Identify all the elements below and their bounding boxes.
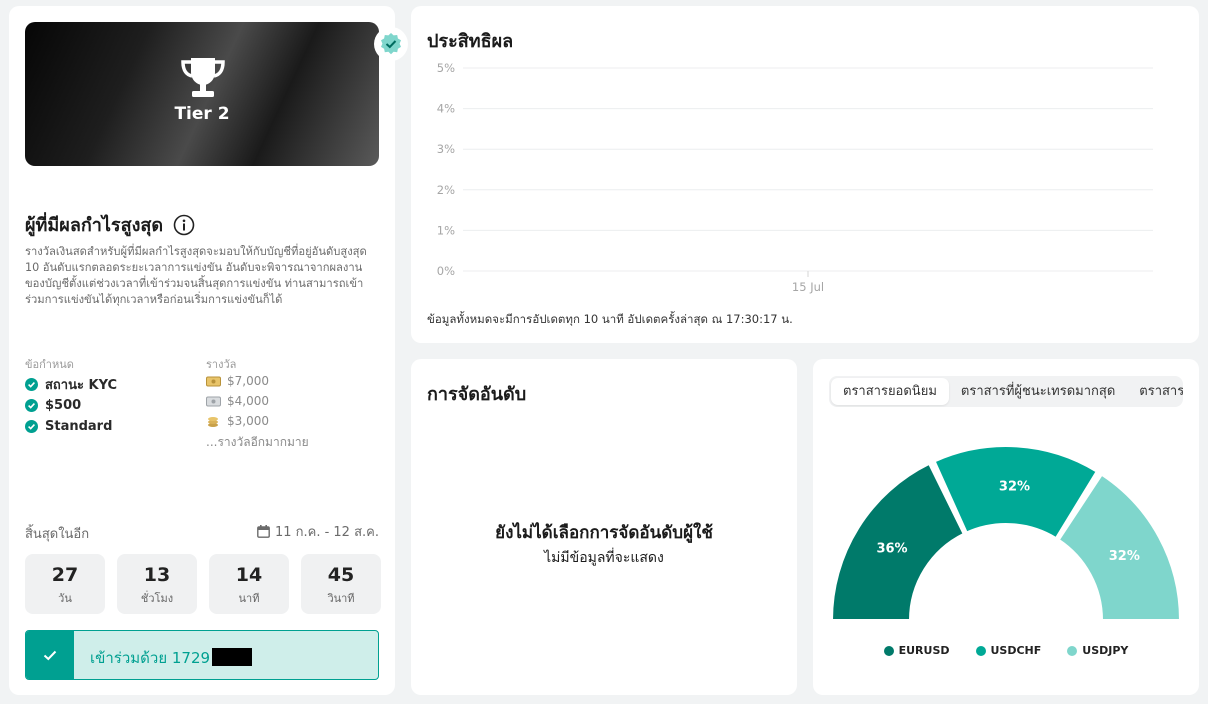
countdown-seconds: 45 วินาที bbox=[301, 554, 381, 614]
info-icon[interactable] bbox=[173, 214, 195, 236]
check-icon bbox=[43, 650, 57, 661]
x-tick-label: 15 Jul bbox=[792, 280, 824, 294]
prizes-list: $7,000 $4,000 $3,000 ...รางวัลอีกมากมาย bbox=[206, 371, 309, 452]
competition-panel: Tier 2 ผู้ที่มีผลกำไรสูงสุด รางวัลเงินสด… bbox=[9, 6, 408, 695]
requirements-label: ข้อกำหนด bbox=[25, 358, 74, 371]
gold-cash-icon bbox=[206, 376, 221, 386]
y-tick-label: 4% bbox=[437, 102, 455, 116]
joined-account-label: เข้าร่วมด้วย 1729 bbox=[90, 649, 211, 667]
y-tick-label: 2% bbox=[437, 183, 455, 197]
legend-dot bbox=[975, 645, 986, 656]
prize-item: $4,000 bbox=[206, 391, 309, 411]
calendar-icon bbox=[257, 525, 270, 538]
y-tick-label: 0% bbox=[437, 264, 455, 278]
coins-icon bbox=[208, 416, 218, 427]
competition-description: รางวัลเงินสดสำหรับผู้ที่มีผลกำไรสูงสุดจะ… bbox=[25, 245, 367, 306]
ranking-title: การจัดอันดับ bbox=[427, 384, 527, 405]
legend-dot bbox=[883, 645, 894, 656]
legend-item: USDCHF bbox=[975, 644, 1041, 657]
check-circle-icon bbox=[25, 420, 38, 433]
verified-check-icon bbox=[381, 33, 401, 55]
joined-account-button[interactable]: เข้าร่วมด้วย 1729 bbox=[25, 630, 379, 680]
tab-winners-symbols[interactable]: ตราสารที่ผู้ชนะเทรดมากสุด bbox=[949, 378, 1127, 405]
countdown-days: 27 วัน bbox=[25, 554, 105, 614]
y-tick-label: 1% bbox=[437, 223, 455, 237]
symbols-gauge-chart: 36% 32% 32% bbox=[831, 445, 1181, 621]
empty-state-subtitle: ไม่มีข้อมูลที่จะแสดง bbox=[544, 550, 664, 566]
date-range: 11 ก.ค. - 12 ส.ค. bbox=[257, 521, 379, 542]
gauge-legend: EURUSD USDCHF USDJPY bbox=[813, 644, 1199, 657]
legend-item: EURUSD bbox=[883, 644, 950, 657]
empty-state-title: ยังไม่ได้เลือกการจัดอันดับผู้ใช้ bbox=[495, 523, 713, 543]
countdown-hours: 13 ชั่วโมง bbox=[117, 554, 197, 614]
gauge-slice-label: 32% bbox=[999, 479, 1030, 494]
performance-chart: 0% 1% 2% 3% 4% 5% 15 Jul bbox=[437, 61, 1153, 294]
y-tick-label: 3% bbox=[437, 142, 455, 156]
tab-symbols-more[interactable]: ตราสาร bbox=[1127, 378, 1183, 405]
requirements-list: สถานะ KYC $500 Standard bbox=[25, 374, 117, 437]
y-tick-label: 5% bbox=[437, 61, 455, 75]
tier-label: Tier 2 bbox=[174, 104, 230, 124]
gauge-slice-label: 32% bbox=[1109, 549, 1140, 564]
symbols-panel: ตราสารยอดนิยม ตราสารที่ผู้ชนะเทรดมากสุด … bbox=[813, 359, 1199, 695]
check-circle-icon bbox=[25, 399, 38, 412]
ranking-panel: การจัดอันดับ ยังไม่ได้เลือกการจัดอันดับผ… bbox=[411, 359, 797, 695]
trophy-icon bbox=[181, 58, 225, 97]
requirement-item: Standard bbox=[25, 416, 117, 437]
tab-popular-symbols[interactable]: ตราสารยอดนิยม bbox=[831, 378, 949, 405]
legend-dot bbox=[1067, 645, 1078, 656]
performance-panel: ประสิทธิผล 0% 1% 2% 3% 4% 5% 15 Jul ข้อมูลทั้ง… bbox=[411, 6, 1199, 343]
verified-badge bbox=[374, 27, 408, 61]
legend-item: USDJPY bbox=[1067, 644, 1128, 657]
competition-title: ผู้ที่มีผลกำไรสูงสุด bbox=[25, 215, 164, 236]
countdown-minutes: 14 นาที bbox=[209, 554, 289, 614]
prize-item: $3,000 bbox=[206, 411, 309, 431]
update-note: ข้อมูลทั้งหมดจะมีการอัปเดตทุก 10 นาที อั… bbox=[427, 312, 793, 326]
countdown: 27 วัน 13 ชั่วโมง 14 นาที 45 วินาที bbox=[25, 554, 381, 614]
ends-in-label: สิ้นสุดในอีก bbox=[25, 527, 90, 542]
silver-cash-icon bbox=[206, 396, 221, 406]
prize-item: $7,000 bbox=[206, 371, 309, 391]
tier-banner: Tier 2 bbox=[25, 22, 408, 166]
check-circle-icon bbox=[25, 378, 38, 391]
symbol-tabs: ตราสารยอดนิยม ตราสารที่ผู้ชนะเทรดมากสุด … bbox=[829, 376, 1183, 407]
more-prizes: ...รางวัลอีกมากมาย bbox=[206, 435, 309, 449]
requirement-item: $500 bbox=[25, 395, 117, 416]
redacted-block bbox=[212, 648, 253, 666]
gauge-slice-label: 36% bbox=[876, 542, 907, 557]
requirement-item: สถานะ KYC bbox=[25, 374, 117, 395]
